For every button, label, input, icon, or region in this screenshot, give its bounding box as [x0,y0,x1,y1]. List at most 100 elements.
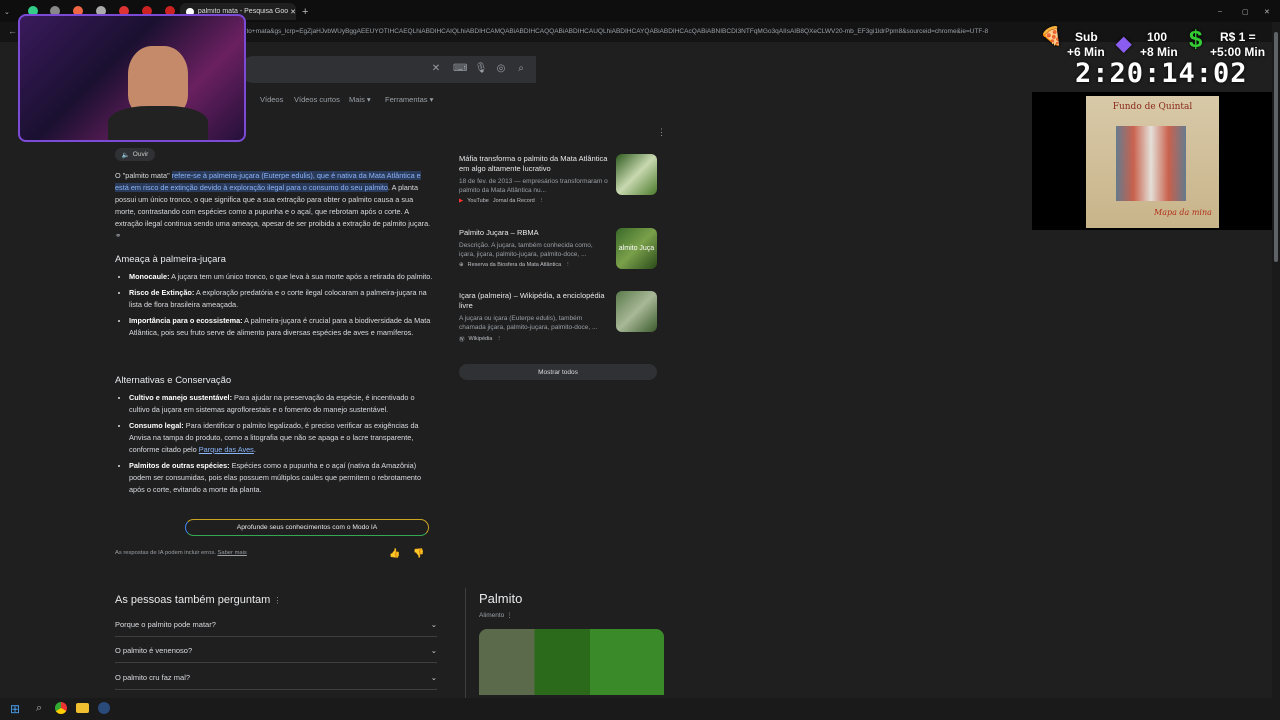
paa-question[interactable]: O palmito cru faz mal? ⌄ [115,665,437,690]
tab-short-videos[interactable]: Vídeos curtos [294,95,340,104]
list-term: Palmitos de outras espécies: [129,461,230,470]
tab-tools[interactable]: Ferramentas ▾ [385,95,433,104]
threat-list: Monocaule: A juçara tem um único tronco,… [115,271,434,339]
hundred-time: +8 Min [1140,45,1178,59]
paa-question[interactable]: O palmito é venenoso? ⌄ [115,638,437,663]
windows-start-icon[interactable]: ⊞ [10,702,20,716]
list-item: Consumo legal: Para identificar o palmit… [129,420,434,456]
tab-videos[interactable]: Vídeos [260,95,283,104]
listen-label: Ouvir [132,151,149,158]
source-site: ▶ YouTube Jornal da Record ⋮ [459,198,659,204]
sub-time: +6 Min [1067,45,1105,59]
parque-das-aves-link[interactable]: Parque das Aves [199,445,254,454]
ai-disclaimer: As respostas de IA podem incluir erros. … [115,550,247,556]
steam-icon[interactable] [98,702,110,714]
list-term: Consumo legal: [129,421,184,430]
list-term: Risco de Extinção: [129,288,195,297]
search-icon[interactable]: ⌕ [36,702,42,715]
more-options-icon[interactable]: ⋮ [496,336,502,342]
close-tab-icon[interactable]: ✕ [290,8,296,16]
tab-more-label: Mais [349,95,365,104]
speaker-icon: 🔈 [121,151,130,159]
section-title-alternatives: Alternativas e Conservação [115,375,232,386]
source-thumbnail[interactable] [616,154,657,195]
money-time: +5:00 Min [1210,45,1266,59]
thumbs-up-icon[interactable]: 👍 [389,548,400,559]
knowledge-panel-subtitle: Alimento ⋮ [479,612,513,619]
close-window-button[interactable]: ✕ [1264,3,1270,20]
lens-icon[interactable]: ◎ [494,62,508,76]
file-explorer-icon[interactable] [76,703,89,713]
minimize-button[interactable]: – [1218,3,1222,20]
show-all-button[interactable]: Mostrar todos [459,364,657,380]
sub-label: Sub [1075,30,1098,44]
money-label: R$ 1 = [1220,30,1256,44]
new-tab-button[interactable]: + [302,3,308,20]
list-item: Monocaule: A juçara tem um único tronco,… [129,271,434,283]
source-site-name: YouTube [467,198,489,204]
source-channel: Jornal da Record [492,198,535,204]
search-box[interactable]: ✕ ⌨ 🎙 ◎ ⌕ [240,56,536,83]
wikipedia-icon: Ⓦ [459,337,465,343]
section-title-threat: Ameaça à palmeira-juçara [115,254,226,265]
clear-icon[interactable]: ✕ [429,62,443,76]
album-art: Fundo de Quintal Mapa da mina [1086,96,1219,228]
listen-button[interactable]: 🔈 Ouvir [115,148,155,161]
chrome-icon[interactable] [55,702,67,714]
search-icon[interactable]: ⌕ [514,62,528,76]
intro-plain: O "palmito mata" [115,171,172,180]
knowledge-panel-title: Palmito [479,591,523,606]
scrollbar[interactable] [1272,22,1280,698]
taskbar: ⊞ ⌕ [0,698,1280,720]
source-title: Içara (palmeira) – Wikipédia, a enciclop… [459,291,605,310]
source-thumbnail[interactable] [616,291,657,332]
streamer-shirt [108,106,208,140]
tab-list-button[interactable]: ⌄ [4,3,10,20]
source-desc: Descrição. A juçara, também conhecida co… [459,242,593,258]
more-options-icon[interactable]: ⋮ [565,262,571,268]
paa-question-text: Porque o palmito pode matar? [115,619,216,629]
paa-question[interactable]: Porque o palmito pode matar? ⌄ [115,612,437,637]
scrollbar-thumb[interactable] [1274,32,1278,262]
paa-title-text: As pessoas também perguntam [115,594,271,606]
knowledge-panel-image[interactable] [479,629,664,695]
hundred-label: 100 [1147,30,1168,44]
back-icon[interactable]: ← [8,26,17,36]
subathon-timer: 2:20:14:02 [1075,58,1248,89]
keyboard-icon[interactable]: ⌨ [453,62,467,76]
list-item: Palmitos de outras espécies: Espécies co… [129,460,434,496]
chevron-down-icon: ⌄ [430,672,437,682]
dollar-icon: $ [1189,26,1203,53]
tab-more[interactable]: Mais ▾ [349,95,371,104]
learn-more-link[interactable]: Saber mais [217,550,246,556]
webcam-feed [18,14,246,142]
youtube-icon: ▶ [459,198,464,204]
source-site-name: Wikipédia [468,336,493,342]
album-title: Fundo de Quintal [1112,102,1193,112]
bits-icon: ◆ [1116,33,1132,55]
list-term: Importância para o ecossistema: [129,316,243,325]
list-term: Cultivo e manejo sustentável: [129,393,232,402]
source-thumbnail[interactable]: almito Juça [616,228,657,269]
disclaimer-text: As respostas de IA podem incluir erros. [115,550,216,556]
chevron-down-icon: ⌄ [430,645,437,655]
link-icon[interactable]: ⚭ [115,231,121,240]
source-title: Palmito Juçara – RBMA [459,228,539,237]
ai-mode-button[interactable]: Aprofunde seus conhecimentos com o Modo … [185,519,429,536]
paa-title: As pessoas também perguntam ⋮ [115,594,281,606]
more-options-icon[interactable]: ⋮ [539,198,545,204]
more-options-icon[interactable]: ⋮ [273,596,281,605]
list-term: Monocaule: [129,272,170,281]
thumbs-down-icon[interactable]: 👎 [413,548,424,559]
source-title: Máfia transforma o palmito da Mata Atlân… [459,154,608,173]
maximize-button[interactable]: ▢ [1242,3,1249,20]
more-options-icon[interactable]: ⋮ [657,127,666,138]
microphone-icon[interactable]: 🎙 [474,62,488,76]
source-site-name: Reserva da Biosfera da Mata Atlântica [467,262,562,268]
paa-question-text: O palmito é venenoso? [115,645,193,655]
list-text-end: . [253,445,256,454]
knowledge-panel-subtitle-text: Alimento [479,612,505,619]
url-text[interactable]: ito+mata&gs_lcrp=EgZjaHJvbWUyBggAEEUYOTI… [245,28,1045,35]
globe-icon: ⊕ [459,262,464,268]
album-subtitle: Mapa da mina [1154,208,1212,217]
